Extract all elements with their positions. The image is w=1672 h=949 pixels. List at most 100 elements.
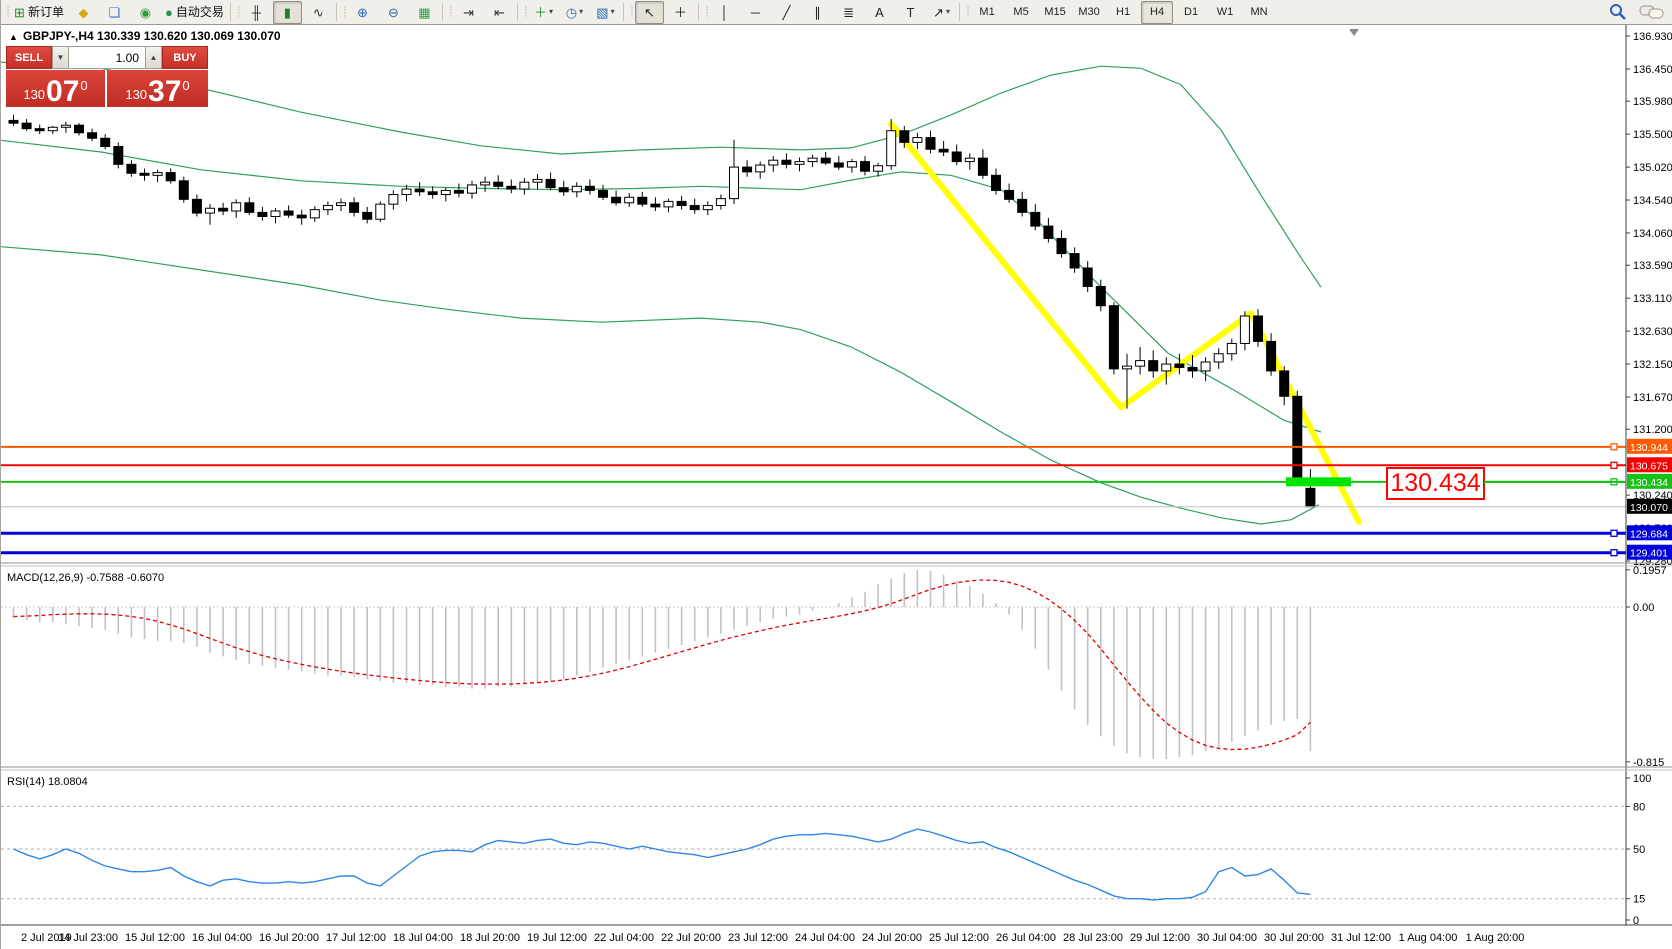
bearish-candle bbox=[363, 212, 372, 219]
bearish-candle bbox=[978, 158, 987, 175]
bearish-candle bbox=[127, 164, 136, 173]
sell-price-display[interactable]: 130 07 0 bbox=[6, 70, 105, 107]
bullish-candle bbox=[887, 131, 896, 166]
macd-axis-label: 0.1957 bbox=[1633, 565, 1667, 577]
price-tick-label: 135.020 bbox=[1633, 162, 1672, 174]
line-handle[interactable] bbox=[1611, 444, 1617, 450]
bullish-candle bbox=[402, 189, 411, 194]
price-badge-129.684: 129.684 bbox=[1630, 528, 1668, 540]
sell-button[interactable]: SELL bbox=[6, 46, 52, 69]
bearish-candle bbox=[1031, 212, 1040, 226]
bullish-candle bbox=[468, 185, 477, 193]
time-axis-label: 16 Jul 04:00 bbox=[192, 932, 252, 944]
bearish-candle bbox=[428, 192, 437, 195]
bearish-candle bbox=[1070, 254, 1079, 268]
time-axis-label: 19 Jul 12:00 bbox=[527, 932, 587, 944]
price-badge-130.944: 130.944 bbox=[1630, 442, 1668, 454]
price-tick-label: 135.980 bbox=[1633, 96, 1672, 108]
price-tick-label: 131.670 bbox=[1633, 392, 1672, 404]
rsi-axis-label: 15 bbox=[1633, 894, 1645, 906]
price-badge-130.434: 130.434 bbox=[1630, 477, 1668, 489]
time-axis-label: 25 Jul 12:00 bbox=[929, 932, 989, 944]
bullish-candle bbox=[664, 201, 673, 206]
bearish-candle bbox=[415, 189, 424, 192]
bearish-candle bbox=[939, 149, 948, 152]
one-click-trade-panel: SELL ▼ 1.00 ▲ BUY 130 07 0 130 37 0 bbox=[6, 46, 208, 107]
rsi-axis-label: 100 bbox=[1633, 773, 1651, 785]
bearish-candle bbox=[88, 133, 97, 138]
bullish-candle bbox=[520, 182, 529, 189]
price-tick-label: 135.500 bbox=[1633, 129, 1672, 141]
volume-input[interactable]: 1.00 bbox=[69, 46, 145, 69]
bullish-candle bbox=[808, 158, 817, 161]
line-handle[interactable] bbox=[1611, 462, 1617, 468]
macd-indicator-label: MACD(12,26,9) -0.7588 -0.6070 bbox=[7, 572, 164, 584]
bearish-candle bbox=[1044, 226, 1053, 238]
bearish-candle bbox=[192, 199, 201, 213]
bearish-candle bbox=[166, 173, 175, 181]
sell-price-superscript: 0 bbox=[80, 78, 87, 93]
time-axis-label: 1 Aug 04:00 bbox=[1399, 932, 1458, 944]
bearish-candle bbox=[952, 152, 961, 162]
volume-down-button[interactable]: ▼ bbox=[52, 46, 69, 69]
bullish-candle bbox=[376, 204, 385, 219]
time-axis-label: 30 Jul 20:00 bbox=[1264, 932, 1324, 944]
bearish-candle bbox=[992, 175, 1001, 190]
bearish-candle bbox=[1306, 488, 1315, 506]
bearish-candle bbox=[284, 211, 293, 215]
buy-button[interactable]: BUY bbox=[162, 46, 208, 69]
bullish-candle bbox=[1162, 364, 1171, 371]
bullish-candle bbox=[716, 199, 725, 206]
line-handle[interactable] bbox=[1611, 550, 1617, 556]
bearish-candle bbox=[1005, 190, 1014, 199]
bearish-candle bbox=[782, 160, 791, 164]
bullish-candle bbox=[847, 162, 856, 167]
bullish-candle bbox=[1136, 361, 1145, 366]
rsi-axis-label: 50 bbox=[1633, 844, 1645, 856]
bearish-candle bbox=[1175, 364, 1184, 367]
bullish-candle bbox=[206, 208, 215, 213]
bullish-candle bbox=[730, 167, 739, 199]
bearish-candle bbox=[75, 125, 84, 133]
line-handle[interactable] bbox=[1611, 530, 1617, 536]
bullish-candle bbox=[703, 206, 712, 210]
volume-up-button[interactable]: ▲ bbox=[145, 46, 162, 69]
bearish-candle bbox=[1018, 199, 1027, 212]
bearish-candle bbox=[1149, 361, 1158, 371]
time-axis-label: 29 Jul 12:00 bbox=[1130, 932, 1190, 944]
bullish-candle bbox=[965, 158, 974, 161]
buy-price-digits: 37 bbox=[148, 78, 181, 105]
price-badge-130.070: 130.070 bbox=[1630, 502, 1668, 514]
bullish-candle bbox=[1227, 343, 1236, 353]
bearish-candle bbox=[599, 190, 608, 197]
time-axis-label: 30 Jul 04:00 bbox=[1197, 932, 1257, 944]
price-tick-label: 132.150 bbox=[1633, 359, 1672, 371]
time-axis-label: 18 Jul 04:00 bbox=[393, 932, 453, 944]
bearish-candle bbox=[507, 186, 516, 189]
price-tick-label: 136.930 bbox=[1633, 31, 1672, 43]
buy-price-display[interactable]: 130 37 0 bbox=[107, 70, 208, 107]
bearish-candle bbox=[114, 146, 123, 164]
bearish-candle bbox=[494, 182, 503, 186]
bearish-candle bbox=[245, 203, 254, 213]
bullish-candle bbox=[337, 203, 346, 206]
price-badge-130.675: 130.675 bbox=[1630, 460, 1668, 472]
bullish-candle bbox=[756, 165, 765, 172]
time-axis-label: 18 Jul 20:00 bbox=[460, 932, 520, 944]
bearish-candle bbox=[454, 190, 463, 193]
price-tick-label: 136.450 bbox=[1633, 64, 1672, 76]
bearish-candle bbox=[1109, 306, 1118, 369]
symbol-info-line: GBPJPY-,H4 130.339 130.620 130.069 130.0… bbox=[23, 29, 281, 43]
bullish-candle bbox=[48, 127, 57, 130]
bullish-candle bbox=[572, 186, 581, 191]
bearish-candle bbox=[1267, 341, 1276, 371]
bullish-candle bbox=[533, 179, 542, 182]
time-axis-label: 16 Jul 20:00 bbox=[259, 932, 319, 944]
time-axis-label: 1 Aug 20:00 bbox=[1466, 932, 1525, 944]
highlighted-support-segment[interactable] bbox=[1286, 477, 1351, 486]
time-axis-label: 28 Jul 23:00 bbox=[1063, 932, 1123, 944]
bullish-candle bbox=[769, 160, 778, 165]
rsi-indicator-label: RSI(14) 18.0804 bbox=[7, 776, 88, 788]
price-tick-label: 131.200 bbox=[1633, 424, 1672, 436]
bearish-candle bbox=[638, 197, 647, 204]
